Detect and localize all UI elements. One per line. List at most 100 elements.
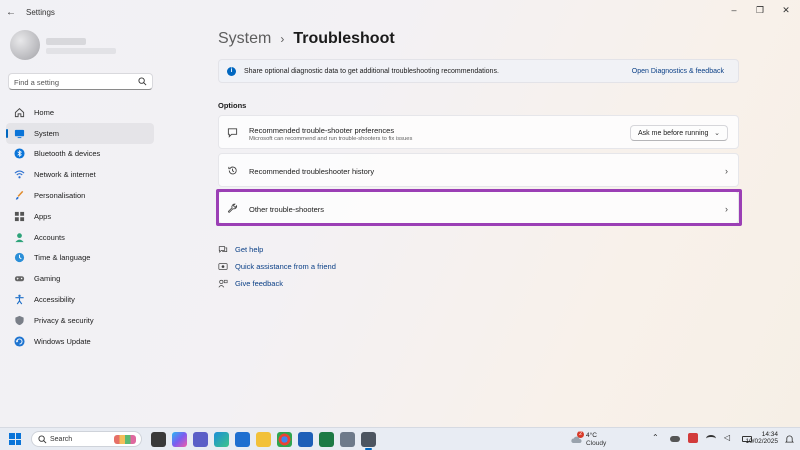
volume-icon[interactable]: ◁: [724, 433, 734, 443]
info-bar: i Share optional diagnostic data to get …: [218, 59, 739, 83]
sidebar-item-privacy-security[interactable]: Privacy & security: [6, 310, 154, 331]
preferences-title: Recommended trouble-shooter preferences: [249, 126, 395, 135]
breadcrumb-separator: ›: [280, 32, 285, 46]
help-link-label: Quick assistance from a friend: [235, 262, 336, 271]
accounts-icon: [15, 232, 24, 242]
other-troubleshooters-title: Other trouble-shooters: [249, 205, 325, 214]
sidebar-item-home[interactable]: Home: [6, 102, 154, 123]
quick-assistance-link[interactable]: Quick assistance from a friend: [218, 258, 336, 275]
sidebar-item-label: Bluetooth & devices: [34, 149, 101, 159]
troubleshooter-preference-dropdown[interactable]: Ask me before running ⌄: [630, 125, 728, 141]
weather-temperature: 4°C: [586, 432, 597, 439]
sidebar-item-personalisation[interactable]: Personalisation: [6, 185, 154, 206]
help-links: Get help Quick assistance from a friend …: [218, 241, 336, 292]
title-bar: ← Settings – ❐ ✕: [0, 0, 800, 26]
sidebar-item-label: Home: [34, 107, 55, 117]
weather-widget[interactable]: 2 4°C Cloudy: [570, 431, 620, 449]
windows-start-icon[interactable]: [9, 433, 21, 445]
clock[interactable]: 14:34 10/02/2025: [745, 431, 778, 445]
update-icon: [14, 336, 25, 347]
help-link-label: Give feedback: [235, 279, 283, 288]
sidebar-item-label: Accessibility: [34, 295, 75, 305]
app-tray-icon[interactable]: [688, 433, 698, 443]
sidebar-item-label: Personalisation: [34, 191, 86, 201]
info-text: Share optional diagnostic data to get ad…: [244, 67, 499, 75]
sidebar-item-label: Accounts: [34, 232, 65, 242]
user-profile[interactable]: [10, 30, 130, 62]
sidebar-item-label: System: [34, 128, 60, 138]
page-title: Troubleshoot: [293, 30, 395, 47]
chevron-up-icon[interactable]: ⌃: [652, 433, 662, 443]
sidebar-item-accessibility[interactable]: Accessibility: [6, 289, 154, 310]
onedrive-icon[interactable]: [670, 436, 680, 442]
info-icon: i: [227, 67, 236, 76]
excel-icon[interactable]: [319, 432, 334, 447]
settings-gear-icon[interactable]: [361, 432, 376, 450]
chevron-right-icon: ›: [725, 166, 728, 176]
sidebar-nav: Home System Bluetooth & devices Network …: [6, 102, 154, 352]
notification-bell-icon[interactable]: [785, 434, 794, 444]
clock-date: 10/02/2025: [745, 438, 778, 445]
wifi-icon: [14, 170, 25, 179]
breadcrumb-parent[interactable]: System: [218, 30, 271, 48]
taskbar-search-label: Search: [50, 435, 73, 443]
chat-bubble-icon: [227, 128, 238, 138]
file-explorer-icon[interactable]: [256, 432, 271, 447]
search-input[interactable]: [14, 76, 134, 88]
weather-alert-badge: 2: [577, 431, 584, 438]
chevron-down-icon: ⌄: [714, 130, 720, 137]
get-help-link[interactable]: Get help: [218, 241, 336, 258]
feedback-icon: [218, 279, 228, 288]
history-icon: [228, 166, 237, 175]
sidebar-item-label: Apps: [34, 211, 52, 221]
chevron-right-icon: ›: [725, 204, 728, 214]
accessibility-icon: [15, 294, 24, 305]
task-view-icon[interactable]: [151, 432, 166, 447]
word-icon[interactable]: [298, 432, 313, 447]
sidebar-item-windows-update[interactable]: Windows Update: [6, 331, 154, 352]
maximize-icon[interactable]: ❐: [754, 4, 766, 16]
sidebar-item-apps[interactable]: Apps: [6, 206, 154, 227]
sidebar-item-time-language[interactable]: Time & language: [6, 248, 154, 269]
calculator-icon[interactable]: [340, 432, 355, 447]
search-highlight-icon: [114, 435, 136, 444]
minimize-icon[interactable]: –: [728, 4, 740, 16]
teams-icon[interactable]: [193, 432, 208, 447]
help-icon: [218, 245, 228, 253]
search-icon[interactable]: [138, 77, 147, 86]
apps-icon: [14, 211, 25, 221]
dropdown-selected-value: Ask me before running: [638, 129, 709, 137]
quick-assist-icon: [218, 262, 228, 270]
copilot-icon[interactable]: [172, 432, 187, 447]
gamepad-icon: [14, 276, 25, 282]
notepad-icon[interactable]: [235, 432, 250, 447]
sidebar-item-label: Network & internet: [34, 170, 96, 180]
close-icon[interactable]: ✕: [780, 4, 792, 16]
shield-icon: [15, 315, 24, 325]
other-troubleshooters-card[interactable]: Other trouble-shooters ›: [218, 191, 739, 224]
sidebar-item-accounts[interactable]: Accounts: [6, 227, 154, 248]
search-icon: [38, 435, 47, 444]
avatar: [10, 30, 40, 60]
chrome-icon[interactable]: [277, 432, 292, 447]
sidebar-item-bluetooth[interactable]: Bluetooth & devices: [6, 144, 154, 165]
app-title: Settings: [26, 8, 55, 17]
wrench-icon: [227, 203, 238, 213]
taskbar-apps: [151, 432, 376, 450]
help-link-label: Get help: [235, 245, 264, 254]
back-arrow-icon[interactable]: ←: [6, 7, 18, 19]
sidebar-item-network[interactable]: Network & internet: [6, 164, 154, 185]
profile-name-redacted: [46, 38, 86, 45]
system-icon: [14, 129, 25, 138]
edge-icon[interactable]: [214, 432, 229, 447]
sidebar-item-label: Privacy & security: [34, 315, 94, 325]
taskbar-search[interactable]: Search: [31, 431, 142, 447]
wifi-icon[interactable]: [706, 434, 716, 442]
section-title: Options: [218, 101, 247, 110]
open-diagnostics-link[interactable]: Open Diagnostics & feedback: [632, 68, 724, 75]
search-box[interactable]: [8, 73, 153, 90]
sidebar-item-gaming[interactable]: Gaming: [6, 268, 154, 289]
sidebar-item-system[interactable]: System: [6, 122, 154, 144]
give-feedback-link[interactable]: Give feedback: [218, 275, 336, 292]
troubleshooter-history-card[interactable]: Recommended troubleshooter history ›: [218, 153, 739, 187]
